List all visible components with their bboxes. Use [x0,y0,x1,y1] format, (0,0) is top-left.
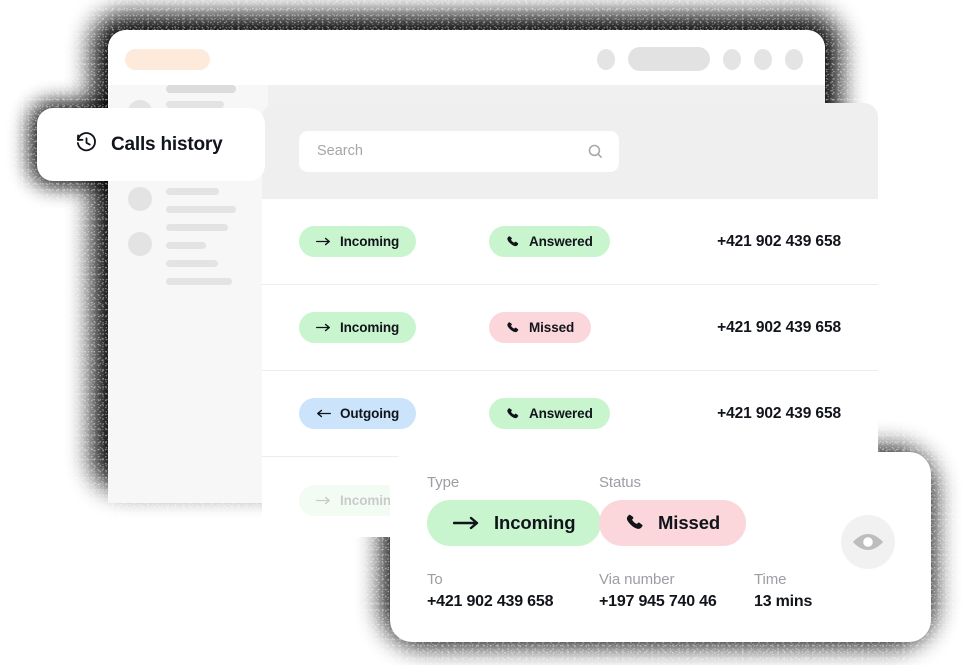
detail-status-col: Status Missed [599,474,771,546]
badge-label: Answered [529,234,593,249]
detail-status-label: Status [599,474,641,491]
detail-bottom-row: To +421 902 439 658 Via number +197 945 … [427,571,931,611]
cell-number: +421 902 439 658 [717,318,841,336]
eye-icon [852,534,884,550]
calls-history-card[interactable]: Calls history [37,108,265,181]
search-box[interactable] [299,130,619,172]
calls-history-title: Calls history [111,133,223,155]
phone-icon [507,321,519,332]
detail-type-value: Incoming [494,512,576,533]
skeleton-bar [166,85,236,93]
cell-type: Incoming [299,312,489,343]
toolbar-pill[interactable] [628,47,710,71]
table-row[interactable]: Outgoing Answered +421 902 439 658 [262,371,878,457]
cell-type: Incoming [299,226,489,257]
arrow-right-icon [316,496,330,504]
phone-icon [507,235,519,246]
skeleton-bar [166,260,218,267]
type-badge-outgoing: Outgoing [299,398,417,429]
panel-header [262,103,878,199]
browser-toolbar [108,30,825,85]
toolbar-icon-1[interactable] [597,48,615,70]
cell-type: Outgoing [299,398,489,429]
badge-label: Outgoing [340,406,400,421]
browser-controls [597,47,803,71]
status-badge-answered: Answered [489,226,610,257]
cell-status: Missed [489,312,699,343]
badge-label: Incoming [340,320,400,335]
table-row[interactable]: Incoming Answered +421 902 439 658 [262,199,878,285]
detail-time-col: Time 13 mins [754,571,874,611]
history-clock-icon [75,131,98,159]
cell-number: +421 902 439 658 [717,404,841,422]
skeleton-bar [166,188,219,195]
badge-label: Answered [529,406,593,421]
skeleton-bar [166,224,228,231]
phone-icon [507,407,519,418]
detail-status-value: Missed [658,512,721,533]
url-bar-placeholder[interactable] [125,49,210,70]
status-badge-missed: Missed [489,312,592,343]
type-badge-incoming: Incoming [299,226,417,257]
search-icon[interactable] [587,143,604,165]
status-badge-answered: Answered [489,398,610,429]
type-badge-incoming: Incoming [299,312,417,343]
arrow-right-icon [316,323,330,332]
detail-via-label: Via number [599,571,675,588]
toolbar-icon-3[interactable] [754,48,772,70]
skeleton-bar [166,101,224,108]
arrow-right-icon [316,237,330,246]
arrow-left-icon [317,409,331,418]
arrow-right-icon [453,516,479,530]
call-detail-card: Type Incoming Status Missed To +421 902 … [390,452,931,642]
detail-time-label: Time [754,571,787,588]
skeleton-avatar [128,232,152,256]
detail-to-value: +421 902 439 658 [427,593,554,610]
skeleton-bar [166,206,236,213]
phone-icon [626,514,643,529]
detail-via-value: +197 945 740 46 [599,593,717,610]
detail-to-label: To [427,571,443,588]
screenshot-root: Incoming Answered +421 902 439 658 Incom… [0,0,967,665]
cell-status: Answered [489,226,699,257]
badge-label: Incoming [340,234,400,249]
toolbar-icon-2[interactable] [723,48,741,70]
detail-type-col: Type Incoming [427,474,602,546]
detail-via-col: Via number +197 945 740 46 [599,571,754,611]
cell-number: +421 902 439 658 [717,232,841,250]
detail-time-value: 13 mins [754,593,813,610]
cell-status: Answered [489,398,699,429]
skeleton-avatar [128,187,152,211]
view-details-button[interactable] [841,515,895,569]
detail-type-label: Type [427,474,460,491]
detail-to-col: To +421 902 439 658 [427,571,599,611]
skeleton-bar [166,242,206,249]
skeleton-bar [166,278,232,285]
search-input[interactable] [315,142,603,160]
detail-type-badge: Incoming [427,500,602,546]
toolbar-icon-4[interactable] [785,48,803,70]
table-row[interactable]: Incoming Missed +421 902 439 658 [262,285,878,371]
detail-status-badge: Missed [599,500,747,546]
badge-label: Missed [529,320,575,335]
